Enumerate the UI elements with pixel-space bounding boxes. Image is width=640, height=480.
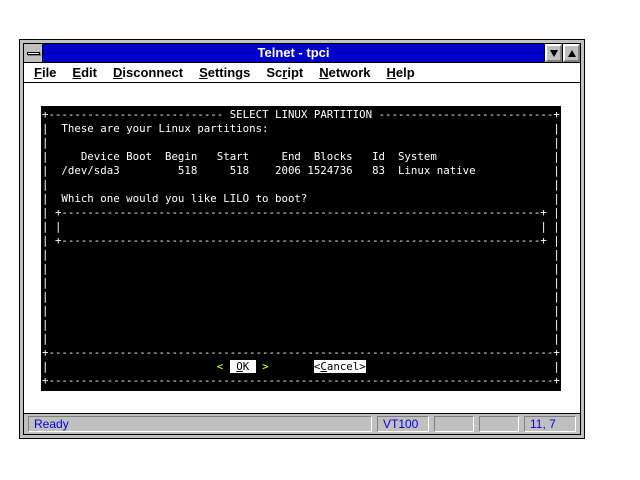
- telnet-window: Telnet - tpci File Edit Disconnect Setti…: [19, 39, 585, 439]
- menu-mnemonic: N: [319, 65, 328, 80]
- status-panel-empty-1: [434, 416, 474, 432]
- control-menu-icon: [27, 52, 40, 55]
- cancel-button[interactable]: C: [320, 360, 326, 373]
- menu-bar: File Edit Disconnect Settings Script Net…: [24, 63, 580, 83]
- menu-item-edit[interactable]: Edit: [64, 65, 105, 80]
- minimize-button[interactable]: [544, 44, 562, 62]
- status-bar: Ready VT100 11, 7: [24, 413, 580, 434]
- client-area: +--------------------------- SELECT LINU…: [24, 83, 580, 413]
- menu-item-script[interactable]: Script: [258, 65, 311, 80]
- menu-item-help[interactable]: Help: [379, 65, 423, 80]
- status-cursor-position: 11, 7: [524, 416, 576, 432]
- menu-mnemonic: H: [387, 65, 396, 80]
- ok-button[interactable]: >: [256, 360, 269, 373]
- menu-item-network[interactable]: Network: [311, 65, 378, 80]
- menu-label-part: etwork: [329, 65, 371, 80]
- title-bar: Telnet - tpci: [24, 44, 580, 63]
- window-title: Telnet - tpci: [43, 44, 544, 62]
- window-frame: Telnet - tpci File Edit Disconnect Setti…: [23, 43, 581, 435]
- menu-label-part: ile: [42, 65, 56, 80]
- menu-label-part: Sc: [266, 65, 282, 80]
- desktop: Telnet - tpci File Edit Disconnect Setti…: [0, 0, 640, 480]
- menu-mnemonic: F: [34, 65, 42, 80]
- menu-label-part: elp: [396, 65, 415, 80]
- menu-mnemonic: S: [199, 65, 208, 80]
- menu-item-file[interactable]: File: [26, 65, 64, 80]
- maximize-button[interactable]: [562, 44, 580, 62]
- menu-label-part: ipt: [287, 65, 303, 80]
- menu-label-part: ettings: [208, 65, 251, 80]
- ok-button[interactable]: K: [243, 360, 256, 373]
- menu-item-disconnect[interactable]: Disconnect: [105, 65, 191, 80]
- menu-mnemonic: D: [113, 65, 122, 80]
- status-emulation: VT100: [377, 416, 429, 432]
- up-arrow-icon: [568, 50, 576, 57]
- menu-mnemonic: E: [72, 65, 81, 80]
- terminal-screen[interactable]: +--------------------------- SELECT LINU…: [41, 106, 561, 391]
- ok-button[interactable]: <: [217, 360, 230, 373]
- menu-label-part: dit: [81, 65, 97, 80]
- status-panel-empty-2: [479, 416, 519, 432]
- ok-button[interactable]: O: [236, 360, 242, 373]
- control-menu-button[interactable]: [24, 44, 43, 62]
- menu-label-part: isconnect: [122, 65, 183, 80]
- cancel-button[interactable]: ancel>: [327, 360, 366, 373]
- down-arrow-icon: [550, 50, 558, 57]
- status-message: Ready: [28, 416, 372, 432]
- menu-item-settings[interactable]: Settings: [191, 65, 258, 80]
